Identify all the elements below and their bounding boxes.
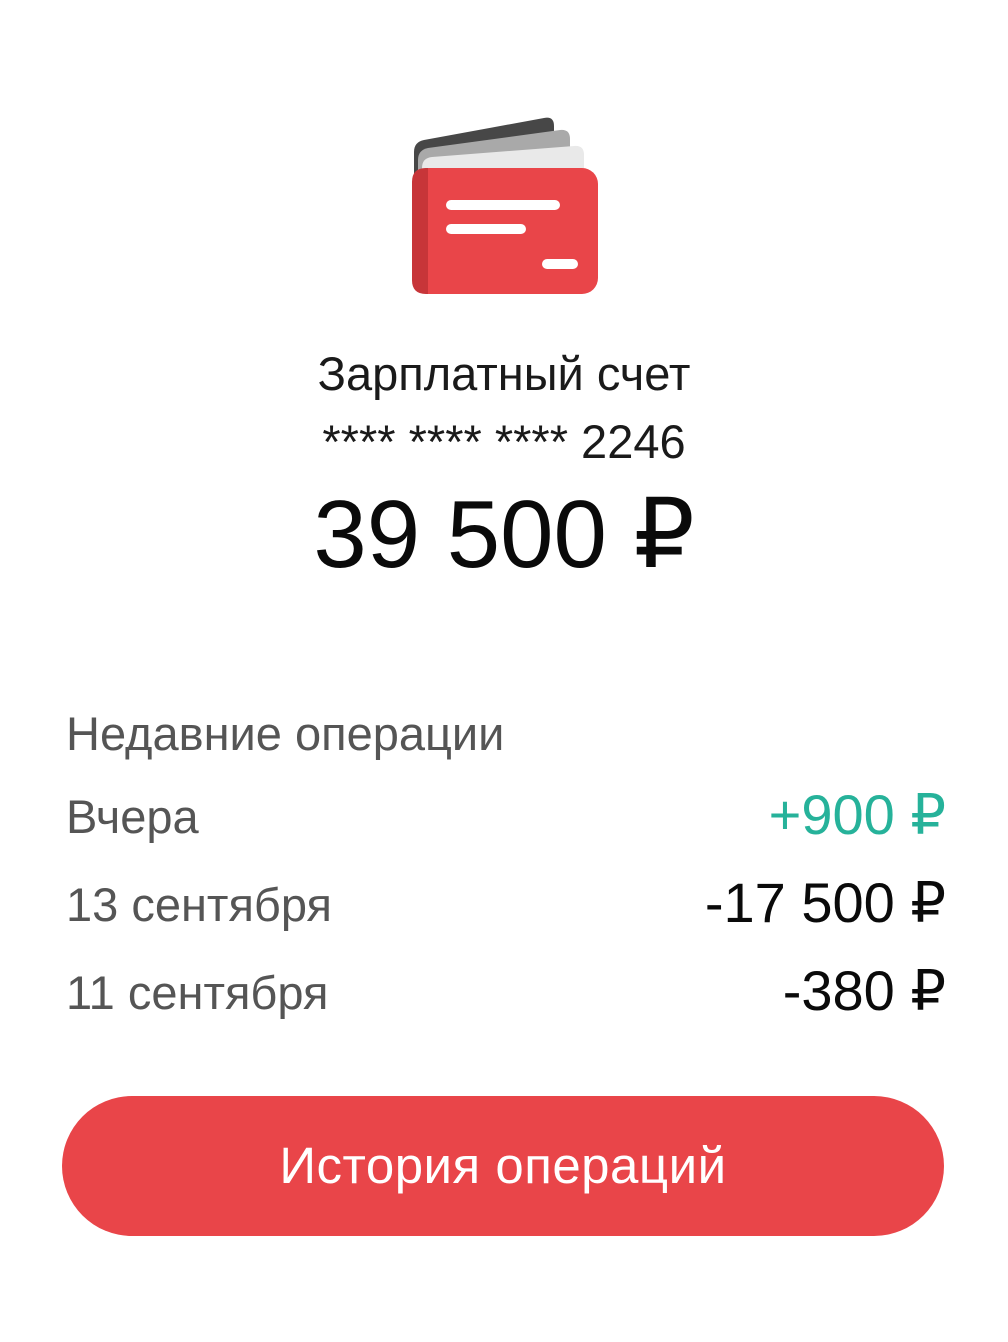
operation-amount: -380 ₽ (782, 959, 946, 1022)
operations-list: Вчера +900 ₽ 13 сентября -17 500 ₽ 11 се… (66, 783, 946, 1051)
operation-row: 13 сентября -17 500 ₽ (66, 871, 946, 963)
recent-operations-title: Недавние операции (66, 707, 505, 760)
account-balance: 39 500 ₽ (313, 481, 695, 588)
account-card: Зарплатный счет **** **** **** 2246 39 5… (0, 0, 1008, 1342)
operation-date: 11 сентября (66, 966, 329, 1019)
operation-amount: -17 500 ₽ (704, 871, 946, 934)
account-name: Зарплатный счет (317, 347, 691, 400)
operations-history-button[interactable]: История операций (62, 1096, 944, 1236)
operation-row: Вчера +900 ₽ (66, 783, 946, 875)
account-number: **** **** **** 2246 (322, 415, 686, 468)
operation-date: 13 сентября (66, 878, 332, 931)
operation-amount: +900 ₽ (768, 783, 946, 846)
operation-date: Вчера (66, 790, 199, 843)
wallet-icon (412, 117, 598, 294)
operation-row: 11 сентября -380 ₽ (66, 959, 946, 1051)
